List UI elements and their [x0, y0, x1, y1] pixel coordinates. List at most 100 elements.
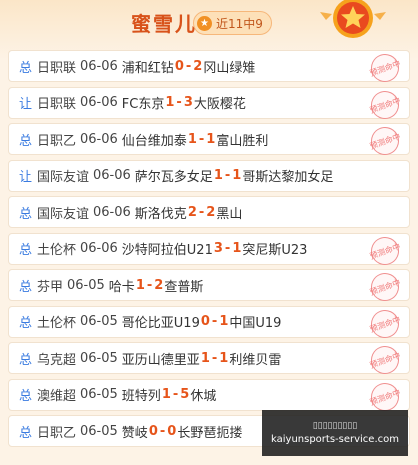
row-date: 06-06 [80, 131, 118, 147]
row-sep: - [198, 131, 205, 147]
row-home-score: 1 [161, 387, 171, 402]
row-date: 06-06 [80, 95, 118, 110]
row-home-score: 0 [148, 423, 158, 439]
row-tag: 总 [19, 279, 33, 295]
row-home-score: 2 [187, 204, 197, 220]
row-date: 06-05 [80, 350, 118, 366]
row-league: 国际友谊 [37, 206, 90, 222]
row-tag: 总 [19, 352, 33, 368]
row-away-score: 3 [183, 95, 193, 110]
row-home: 萨尔瓦多女足 [134, 170, 213, 185]
row-home: 斯洛伐克 [134, 206, 187, 222]
row-away-score: 1 [232, 168, 242, 183]
row-league: 国际友谊 [37, 170, 90, 185]
row-league: 土伦杯 [37, 316, 77, 331]
row-away: 查普斯 [164, 279, 204, 295]
list-item[interactable]: 总日职联 06-06 浦和红钻 0-2 冈山绿雉 预测命中 [8, 50, 410, 86]
row-away: 长野琶扼搂 [177, 425, 243, 441]
list-item[interactable]: 总日职乙 06-06 仙台维加泰 1-1 富山胜利 预测命中 [8, 123, 410, 159]
row-home-score: 3 [213, 241, 223, 256]
medal-icon [320, 0, 386, 38]
row-tag: 总 [19, 206, 33, 222]
row-away: 冈山绿雉 [203, 60, 256, 76]
row-away: 哥斯达黎加女足 [242, 170, 334, 185]
row-home: 浦和红钻 [121, 60, 174, 76]
hit-stamp: 预测命中 [367, 232, 403, 269]
row-home-score: 1 [135, 277, 145, 293]
row-sep: - [211, 350, 218, 366]
row-away: 中国U19 [229, 316, 282, 331]
row-home: 沙特阿拉伯U21 [121, 243, 213, 258]
list-item[interactable]: 总乌克超 06-05 亚历山德里亚 1-1 利维贝雷 预测命中 [8, 342, 410, 378]
row-home-score: 1 [200, 350, 210, 366]
record-badge: ★ 近11中9 [193, 11, 272, 35]
row-tag: 总 [19, 389, 33, 404]
hit-stamp: 预测命中 [367, 305, 403, 342]
row-home: 班特列 [121, 389, 161, 404]
row-home: 赞岐 [121, 425, 148, 441]
row-tag: 让 [19, 97, 33, 112]
star-icon: ★ [197, 15, 212, 31]
list-item[interactable]: 让国际友谊 06-06 萨尔瓦多女足 1-1 哥斯达黎加女足 [8, 159, 410, 192]
row-league: 乌克超 [37, 352, 77, 368]
row-date: 06-05 [80, 314, 118, 329]
row-away-score: 1 [206, 131, 216, 147]
watermark: ▯▯▯▯▯▯▯▯▯ kaiyunsports-service.com [262, 410, 408, 456]
row-sep: - [159, 423, 166, 439]
row-date: 06-05 [80, 387, 118, 402]
row-away-score: 1 [219, 350, 229, 366]
row-tag: 总 [19, 133, 33, 149]
row-sep: - [172, 387, 179, 402]
row-away: 大阪樱花 [193, 97, 246, 112]
record-badge-text: 近11中9 [216, 16, 263, 31]
row-away-score: 2 [193, 58, 203, 74]
watermark-line2: kaiyunsports-service.com [271, 434, 399, 445]
row-away-score: 1 [232, 241, 242, 256]
row-home: 亚历山德里亚 [121, 352, 200, 368]
row-tag: 总 [19, 243, 33, 258]
row-sep: - [146, 277, 153, 293]
list-item[interactable]: 让日职联 06-06 FC东京 1-3 大阪樱花 预测命中 [8, 86, 410, 123]
row-away: 黑山 [216, 206, 243, 222]
list-item[interactable]: 总土伦杯 06-06 沙特阿拉伯U21 3-1 突尼斯U23 预测命中 [8, 232, 410, 269]
list-item[interactable]: 总国际友谊 06-06 斯洛伐克 2-2 黑山 [8, 196, 410, 228]
list-item[interactable]: 总芬甲 06-05 哈卡 1-2 查普斯 预测命中 [8, 269, 410, 305]
row-sep: - [211, 314, 218, 329]
row-league: 澳维超 [37, 389, 77, 404]
expert-name: 蜜雪儿 [131, 12, 197, 36]
list-item[interactable]: 总澳维超 06-05 班特列 1-5 休城 预测命中 [8, 378, 410, 415]
hit-stamp: 预测命中 [367, 86, 403, 123]
row-home-score: 0 [200, 314, 210, 329]
hit-stamp: 预测命中 [367, 342, 403, 378]
row-league: 日职联 [37, 60, 77, 76]
hit-stamp: 预测命中 [367, 123, 403, 159]
list-item[interactable]: 总土伦杯 06-05 哥伦比亚U19 0-1 中国U19 预测命中 [8, 305, 410, 342]
hit-stamp: 预测命中 [367, 269, 403, 305]
row-tag: 让 [19, 170, 33, 185]
row-away-score: 2 [206, 204, 216, 220]
row-league: 日职联 [37, 97, 77, 112]
hit-stamp: 预测命中 [367, 50, 403, 86]
row-away: 休城 [190, 389, 217, 404]
row-away-score: 1 [219, 314, 229, 329]
row-date: 06-06 [80, 58, 118, 74]
row-date: 06-05 [67, 277, 105, 293]
row-sep: - [224, 168, 231, 183]
row-away-score: 0 [167, 423, 177, 439]
row-home-score: 1 [213, 168, 223, 183]
row-league: 日职乙 [37, 425, 77, 441]
row-home: 仙台维加泰 [121, 133, 187, 149]
header: 蜜雪儿 ★ 近11中9 [0, 0, 418, 46]
watermark-line1: ▯▯▯▯▯▯▯▯▯ [312, 421, 358, 431]
row-away: 利维贝雷 [229, 352, 282, 368]
row-home: 哥伦比亚U19 [121, 316, 200, 331]
row-away-score: 5 [180, 387, 190, 402]
row-sep: - [185, 58, 192, 74]
row-tag: 总 [19, 316, 33, 331]
row-away: 富山胜利 [216, 133, 269, 149]
row-home-score: 1 [187, 131, 197, 147]
row-sep: - [224, 241, 231, 256]
row-away-score: 2 [154, 277, 164, 293]
row-home-score: 0 [174, 58, 184, 74]
prediction-list: 总日职联 06-06 浦和红钻 0-2 冈山绿雉 预测命中让日职联 06-06 FC东京 1-3… [8, 50, 410, 452]
